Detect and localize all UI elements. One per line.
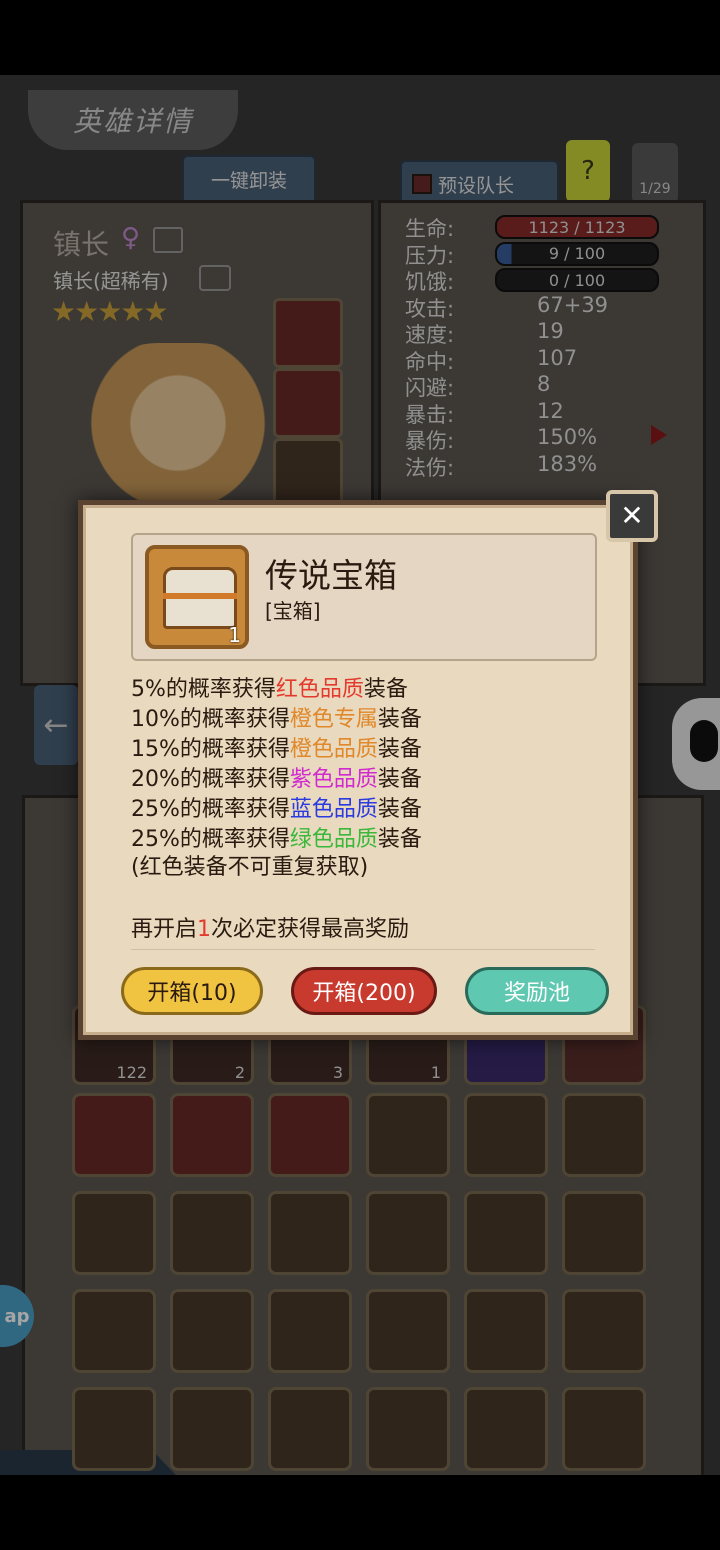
probability-prefix: 20%的概率获得	[131, 767, 290, 792]
red-no-duplicate-note: (红色装备不可重复获取)	[131, 855, 369, 880]
probability-line: 25%的概率获得蓝色品质装备	[131, 791, 422, 823]
quality-label: 蓝色品质	[289, 797, 378, 822]
quality-label: 橙色品质	[289, 737, 378, 762]
quality-label: 橙色专属	[289, 707, 378, 732]
treasure-chest-icon: 1	[145, 545, 249, 649]
probability-suffix: 装备	[377, 827, 422, 852]
item-type: [宝箱]	[265, 599, 321, 623]
pity-count: 1	[197, 917, 212, 942]
open-chest-10-button[interactable]: 开箱(10)	[121, 967, 263, 1015]
probability-line: 10%的概率获得橙色专属装备	[131, 701, 422, 733]
open-chest-200-button[interactable]: 开箱(200)	[291, 967, 437, 1015]
item-header: 1 传说宝箱 [宝箱]	[131, 533, 597, 661]
item-name: 传说宝箱	[265, 556, 397, 595]
pity-before: 再开启	[131, 917, 198, 942]
quality-label: 绿色品质	[289, 827, 378, 852]
close-modal-button[interactable]: ✕	[606, 490, 658, 542]
probability-suffix: 装备	[377, 767, 422, 792]
chest-detail-modal: 1 传说宝箱 [宝箱] (红色装备不可重复获取) 再开启1次必定获得最高奖励 开…	[78, 500, 638, 1040]
probability-prefix: 25%的概率获得	[131, 797, 290, 822]
probability-prefix: 25%的概率获得	[131, 827, 290, 852]
probability-suffix: 装备	[377, 737, 422, 762]
quality-label: 红色品质	[275, 677, 364, 702]
probability-suffix: 装备	[377, 707, 422, 732]
probability-suffix: 装备	[363, 677, 408, 702]
probability-prefix: 5%的概率获得	[131, 677, 276, 702]
pity-line: 再开启1次必定获得最高奖励	[131, 911, 409, 943]
item-quantity: 1	[228, 623, 241, 647]
probability-line: 5%的概率获得红色品质装备	[131, 671, 408, 703]
probability-prefix: 15%的概率获得	[131, 737, 290, 762]
close-icon: ✕	[620, 499, 644, 532]
probability-line: 20%的概率获得紫色品质装备	[131, 761, 422, 793]
reward-pool-button[interactable]: 奖励池	[465, 967, 609, 1015]
pity-after: 次必定获得最高奖励	[211, 917, 410, 942]
probability-line: 15%的概率获得橙色品质装备	[131, 731, 422, 763]
probability-prefix: 10%的概率获得	[131, 707, 290, 732]
probability-suffix: 装备	[377, 797, 422, 822]
probability-line: 25%的概率获得绿色品质装备	[131, 821, 422, 853]
quality-label: 紫色品质	[289, 767, 378, 792]
divider	[131, 949, 595, 950]
